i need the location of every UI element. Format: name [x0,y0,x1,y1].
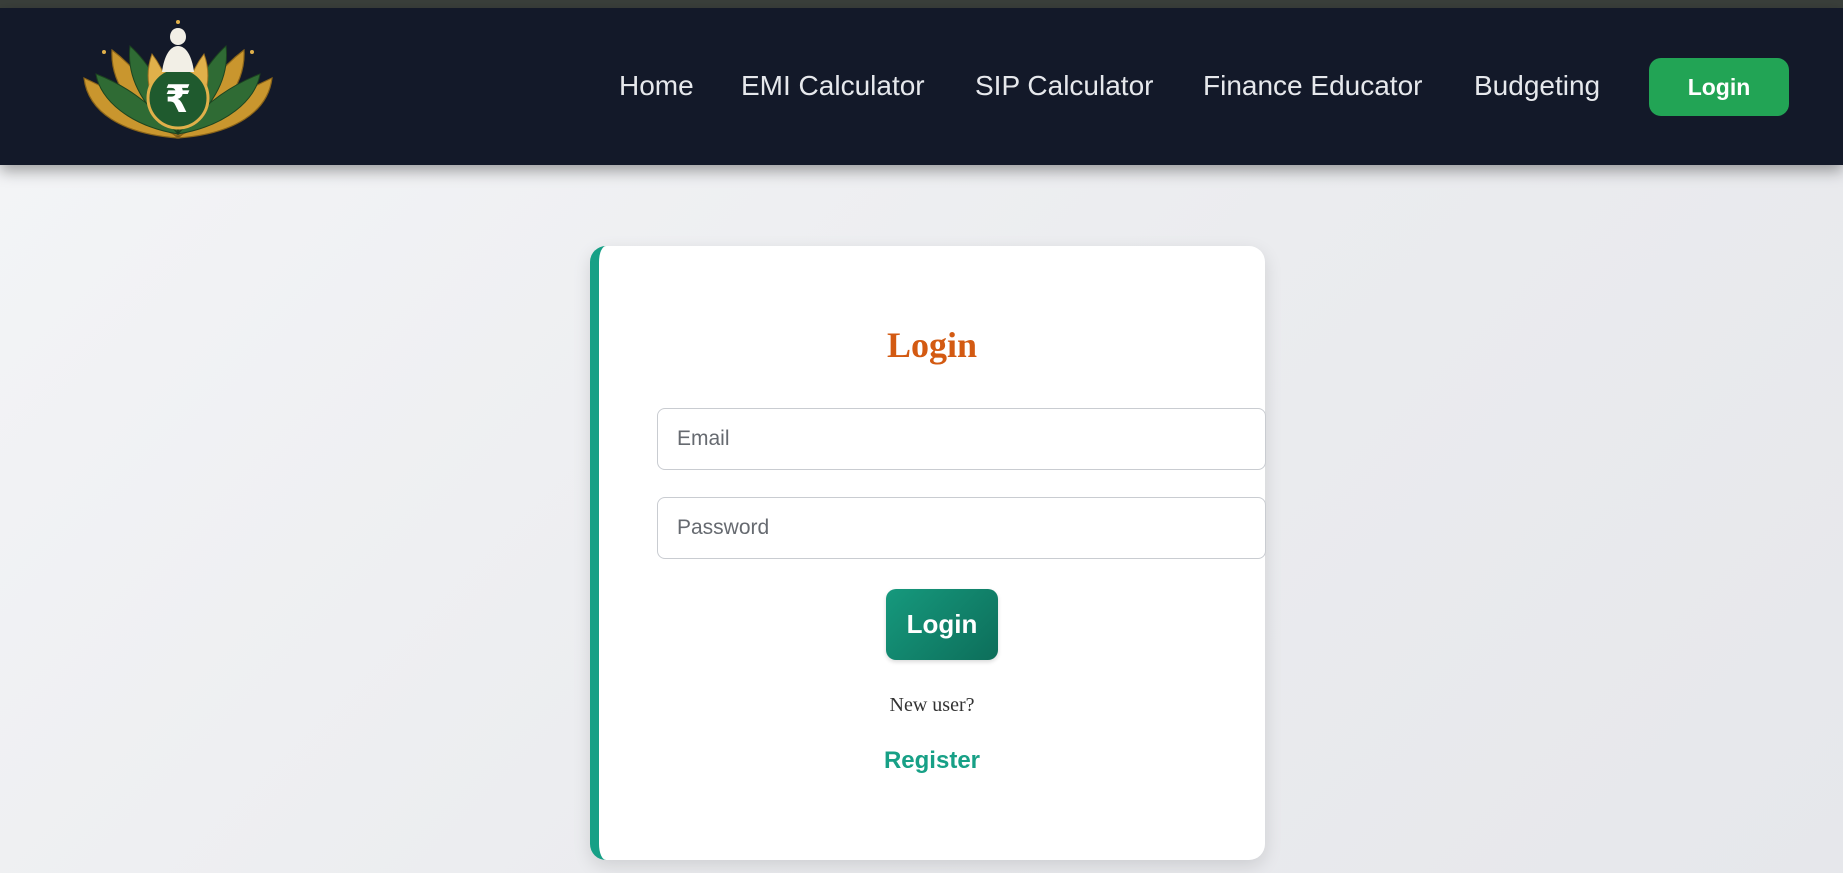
email-field[interactable] [657,408,1266,470]
lotus-rupee-logo-icon[interactable]: ₹ [82,16,274,144]
nav-sip-calculator[interactable]: SIP Calculator [975,70,1153,102]
nav-budgeting[interactable]: Budgeting [1474,70,1600,102]
header-login-button[interactable]: Login [1649,58,1789,116]
browser-top-strip [0,0,1843,8]
login-title: Login [886,325,978,365]
new-user-text: New user? [889,694,975,716]
navbar: ₹ Home EMI Calculator SIP Calculator Fin… [0,8,1843,165]
register-link[interactable]: Register [599,747,1265,775]
login-card: Login Login New user? Register [590,246,1266,860]
nav-emi-calculator[interactable]: EMI Calculator [741,70,925,102]
login-submit-button[interactable]: Login [886,589,998,660]
password-field[interactable] [657,497,1266,559]
svg-text:₹: ₹ [165,77,191,121]
nav-finance-educator[interactable]: Finance Educator [1203,70,1422,102]
nav-home[interactable]: Home [619,70,694,102]
